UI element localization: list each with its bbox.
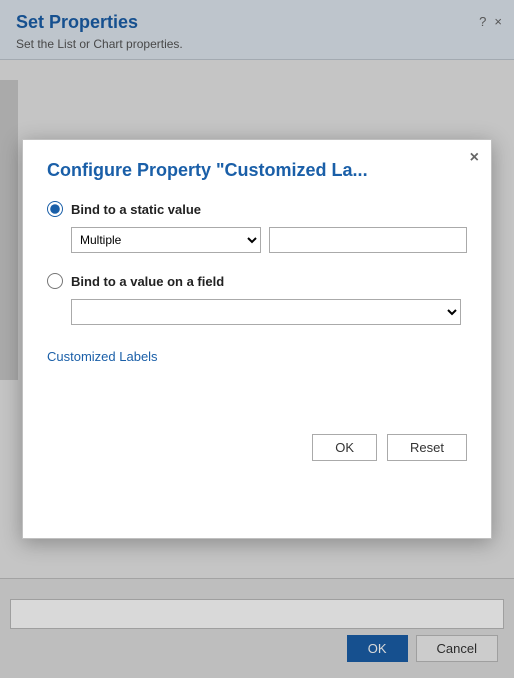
field-controls-row (71, 299, 467, 325)
static-value-text-input[interactable] (269, 227, 467, 253)
modal-dialog: × Configure Property "Customized La... B… (22, 139, 492, 539)
static-controls-row: Multiple Single None (71, 227, 467, 253)
field-value-radio[interactable] (47, 273, 63, 289)
modal-ok-button[interactable]: OK (312, 434, 377, 461)
modal-overlay: × Configure Property "Customized La... B… (0, 0, 514, 678)
static-value-option-row: Bind to a static value (47, 201, 467, 217)
modal-close-icon[interactable]: × (470, 150, 479, 166)
static-value-select[interactable]: Multiple Single None (71, 227, 261, 253)
field-value-label: Bind to a value on a field (71, 274, 224, 289)
static-value-label: Bind to a static value (71, 202, 201, 217)
field-value-option-row: Bind to a value on a field (47, 273, 467, 289)
static-value-radio[interactable] (47, 201, 63, 217)
field-value-select[interactable] (71, 299, 461, 325)
customized-labels-link[interactable]: Customized Labels (47, 349, 158, 364)
modal-reset-button[interactable]: Reset (387, 434, 467, 461)
modal-buttons: OK Reset (47, 434, 467, 461)
modal-title: Configure Property "Customized La... (47, 160, 467, 181)
